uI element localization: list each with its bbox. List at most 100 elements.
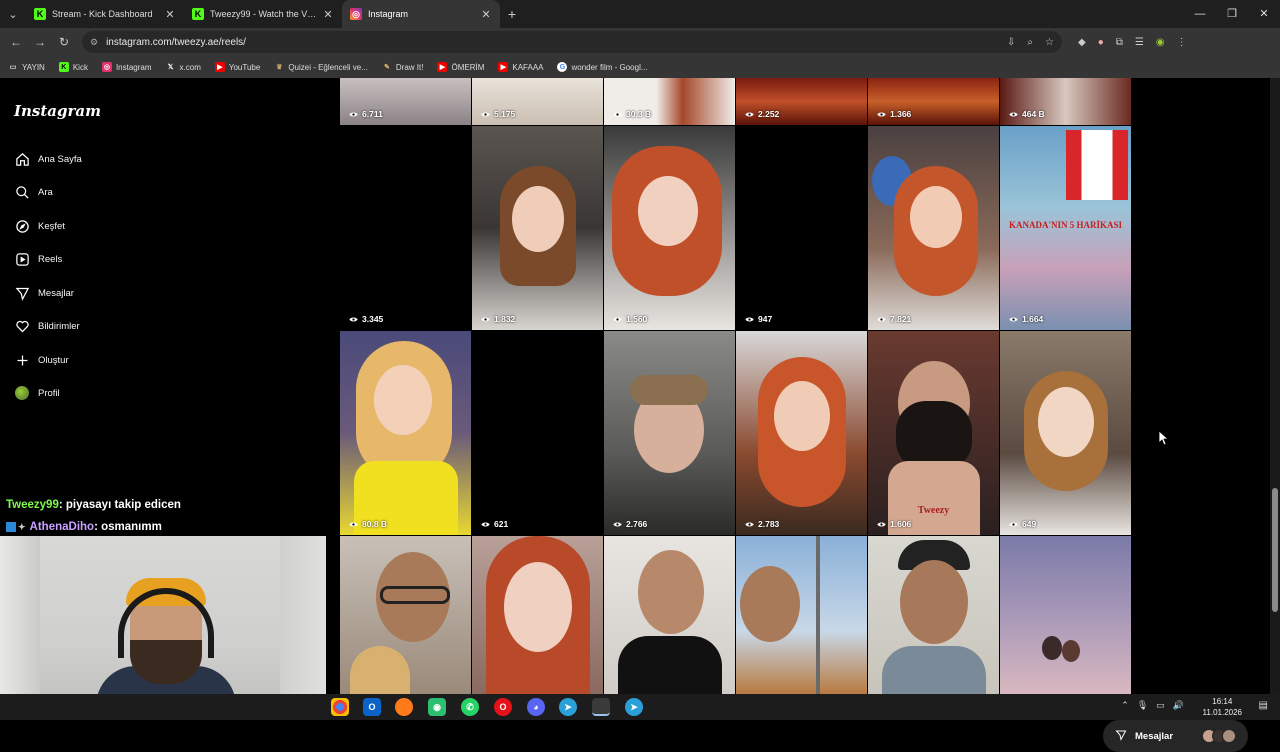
bookmark-kafaaa[interactable]: ▶ KAFAAA	[498, 62, 543, 72]
nav-profile[interactable]: Profil	[14, 385, 60, 401]
close-window-icon[interactable]: ✕	[1248, 0, 1280, 28]
nav-home[interactable]: Ana Sayfa	[14, 151, 82, 167]
close-icon[interactable]: ✕	[164, 8, 176, 21]
instagram-logo[interactable]: Instagram	[14, 102, 101, 120]
bookmark-omerim[interactable]: ▶ ÖMERİM	[437, 62, 484, 72]
reel-tile[interactable]: 1.560	[604, 126, 735, 330]
reel-tile[interactable]: 621	[472, 331, 603, 535]
reel-tile[interactable]: 947	[736, 126, 867, 330]
bookmark-youtube[interactable]: ▶ YouTube	[214, 62, 260, 72]
new-tab-button[interactable]: +	[500, 6, 524, 22]
clock[interactable]: 16:14 11.01.2026	[1203, 696, 1242, 718]
reel-tile[interactable]: 30.3 B	[604, 78, 735, 125]
reel-tile[interactable]: 7.821	[868, 126, 999, 330]
back-icon[interactable]: ←	[4, 35, 28, 49]
reel-tile[interactable]: 649	[1000, 331, 1131, 535]
chevron-up-icon[interactable]: ⌃	[1121, 700, 1129, 711]
reel-tile[interactable]	[604, 536, 735, 694]
bookmark-drawit[interactable]: ✎ Draw It!	[382, 62, 424, 72]
outlook-icon[interactable]: O	[363, 698, 381, 716]
bookmark-x[interactable]: 𝕏x.com	[166, 62, 201, 72]
badge-icon	[6, 522, 16, 532]
extension-icon[interactable]: ●	[1098, 37, 1104, 48]
view-count: 947	[745, 314, 772, 324]
view-count: 2.252	[745, 109, 779, 119]
view-count: 7.821	[877, 314, 911, 324]
tab-kick-vod[interactable]: K Tweezy99 - Watch the VOD on ✕	[184, 0, 342, 28]
page-scrollbar[interactable]	[1270, 78, 1280, 694]
nav-create[interactable]: Oluştur	[14, 352, 69, 368]
minimize-icon[interactable]: —	[1184, 0, 1216, 28]
bookmark-kick[interactable]: K Kick	[58, 62, 88, 72]
network-icon[interactable]: ▭	[1156, 700, 1165, 711]
mic-icon[interactable]: 🎙	[1137, 700, 1148, 711]
nav-explore[interactable]: Keşfet	[14, 218, 65, 234]
bookmark-wonder-film[interactable]: Gwonder film - Googl...	[557, 62, 648, 72]
scrollbar-thumb[interactable]	[1272, 488, 1278, 612]
install-icon[interactable]: ⇩	[1007, 37, 1015, 48]
site-info-icon[interactable]: ⚙	[90, 37, 98, 48]
close-icon[interactable]: ✕	[322, 8, 334, 21]
opera-icon[interactable]: O	[494, 698, 512, 716]
reel-tile[interactable]: 1.832	[472, 126, 603, 330]
chrome-icon[interactable]	[331, 698, 349, 716]
nav-search[interactable]: Ara	[14, 184, 53, 200]
whatsapp-icon[interactable]: ✆	[461, 698, 479, 716]
nav-messages[interactable]: Mesajlar	[14, 285, 74, 301]
nav-reels[interactable]: Reels	[14, 251, 62, 267]
reel-tile[interactable]: 6.711	[340, 78, 471, 125]
reel-tile[interactable]: KANADA'NIN 5 HARİKASI 1.664	[1000, 126, 1131, 330]
profile-avatar-icon[interactable]: ◉	[1156, 37, 1165, 48]
eye-icon	[349, 112, 358, 116]
chrome-active-icon[interactable]	[592, 698, 610, 716]
nav-notifications[interactable]: Bildirimler	[14, 318, 80, 334]
puzzle-icon[interactable]: ⧉	[1116, 37, 1123, 48]
view-count: 649	[1009, 519, 1036, 529]
reel-tile[interactable]: 2.766	[604, 331, 735, 535]
reel-tile[interactable]: Tweezy 1.606	[868, 331, 999, 535]
reel-tile[interactable]: 3.345	[340, 126, 471, 330]
discord-icon[interactable]: ◕	[527, 698, 545, 716]
tab-instagram[interactable]: ◎ Instagram ✕	[342, 0, 500, 28]
restore-icon[interactable]: ❐	[1216, 0, 1248, 28]
reel-tile[interactable]	[868, 536, 999, 694]
close-icon[interactable]: ✕	[480, 8, 492, 21]
messages-float-button[interactable]: Mesajlar	[1103, 720, 1248, 752]
reel-tile[interactable]: 5.175	[472, 78, 603, 125]
telegram-icon[interactable]: ➤	[559, 698, 577, 716]
bookmark-yayin[interactable]: ▭ YAYIN	[8, 62, 45, 72]
reel-tile[interactable]	[340, 536, 471, 694]
eye-icon	[745, 112, 754, 116]
forward-icon[interactable]: →	[28, 35, 52, 49]
reload-icon[interactable]: ↻	[52, 35, 76, 49]
url-input[interactable]: ⚙ instagram.com/tweezy.ae/reels/ ⇩ ⌕ ☆	[82, 31, 1062, 53]
reel-tile[interactable]: 80.8 B	[340, 331, 471, 535]
heart-icon	[14, 318, 30, 334]
volume-icon[interactable]: 🔊	[1173, 700, 1184, 711]
notification-icon[interactable]: ▤	[1259, 700, 1268, 711]
reel-tile[interactable]: 2.252	[736, 78, 867, 125]
reel-tile[interactable]	[736, 536, 867, 694]
bookmark-instagram[interactable]: ◎ Instagram	[101, 62, 152, 72]
eye-icon	[613, 522, 622, 526]
app-icon[interactable]: ◉	[428, 698, 446, 716]
bookmark-star-icon[interactable]: ☆	[1045, 37, 1054, 48]
firefox-icon[interactable]	[395, 698, 413, 716]
extensions-area: ◆ ● ⧉ ☰ ◉ ⋮	[1078, 37, 1187, 48]
bookmark-quizei[interactable]: ♛ Quizei - Eğlenceli ve...	[274, 62, 368, 72]
extension-icon[interactable]: ◆	[1078, 37, 1086, 48]
reel-tile[interactable]	[1000, 536, 1131, 694]
folder-icon: ▭	[9, 64, 17, 71]
reel-tile[interactable]: 1.366	[868, 78, 999, 125]
reel-tile[interactable]	[472, 536, 603, 694]
zoom-icon[interactable]: ⌕	[1027, 37, 1033, 48]
eye-icon	[613, 112, 622, 116]
media-icon[interactable]: ☰	[1135, 37, 1144, 48]
menu-icon[interactable]: ⋮	[1177, 37, 1187, 48]
tab-search-button[interactable]: ⌄	[0, 0, 26, 28]
tab-kick-dashboard[interactable]: K Stream - Kick Dashboard ✕	[26, 0, 184, 28]
reel-tile[interactable]: 464 B	[1000, 78, 1131, 125]
youtube-icon: ▶	[498, 62, 509, 72]
reel-tile[interactable]: 2.783	[736, 331, 867, 535]
telegram-icon[interactable]: ➤	[625, 698, 643, 716]
